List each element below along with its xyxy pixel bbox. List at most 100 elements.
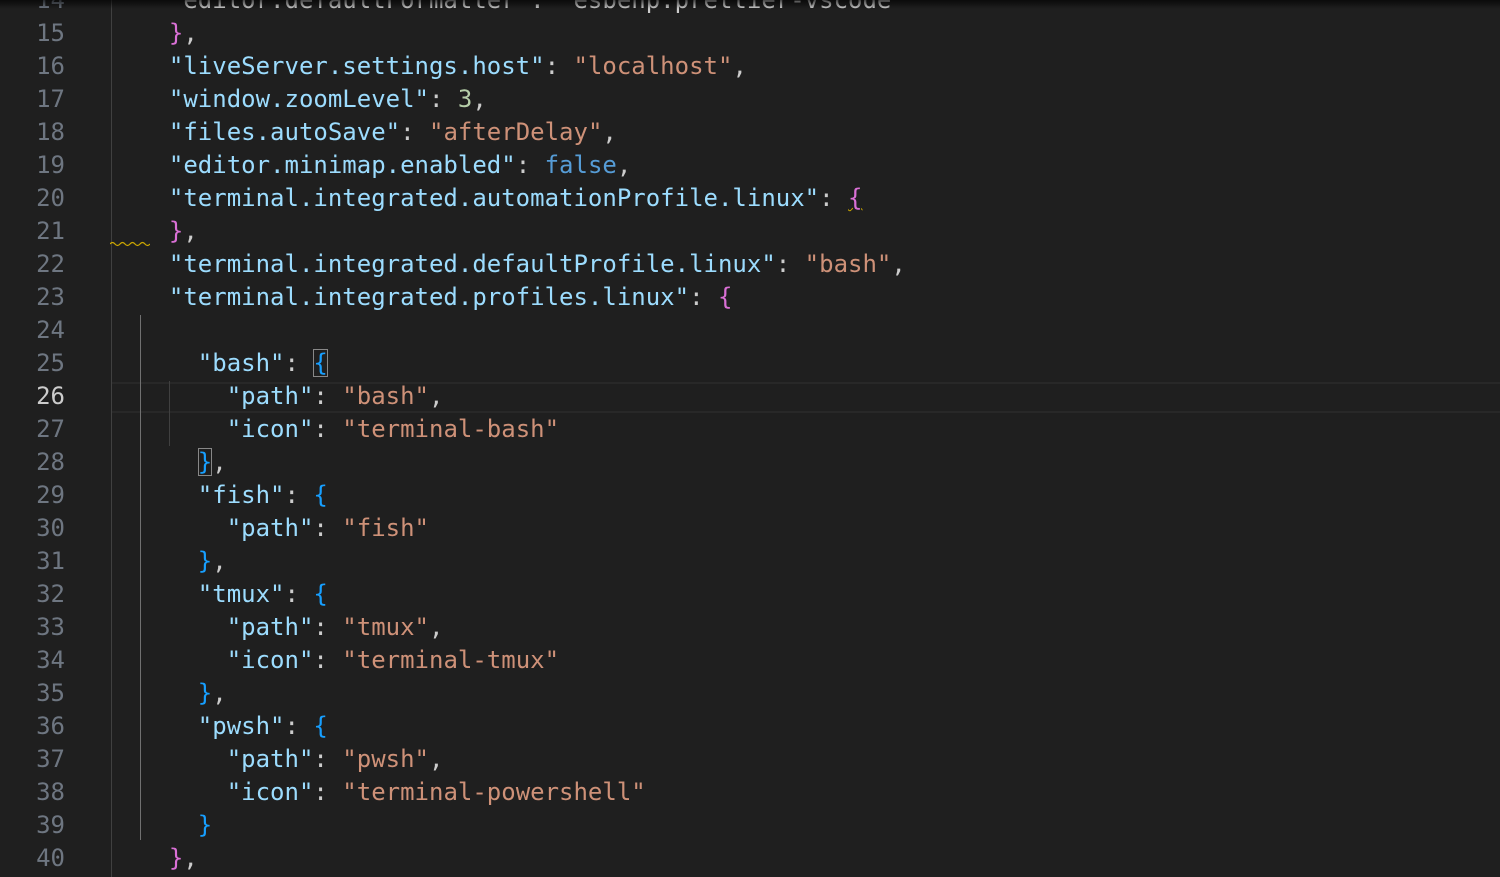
code-token: : [284, 580, 314, 608]
code-token: "bash" [140, 349, 285, 377]
code-line[interactable]: } [140, 809, 212, 842]
code-line[interactable]: }, [140, 446, 227, 479]
code-line[interactable]: "editor.minimap.enabled": false, [140, 149, 631, 182]
line-number: 24 [36, 316, 65, 344]
code-token: : [775, 250, 805, 278]
code-token: "fish" [140, 481, 285, 509]
scroll-shadow [0, 0, 1500, 9]
warning-squiggle [110, 241, 150, 247]
code-line[interactable]: "icon": "terminal-bash" [140, 413, 559, 446]
code-line[interactable]: "terminal.integrated.profiles.linux": { [140, 281, 733, 314]
line-number: 36 [36, 712, 65, 740]
code-token: "files.autoSave" [140, 118, 401, 146]
line-number: 20 [36, 184, 65, 212]
code-token: } [168, 844, 184, 872]
code-line[interactable]: }, [140, 545, 227, 578]
code-token: : [428, 85, 458, 113]
code-token: } [168, 19, 184, 47]
code-line[interactable]: "path": "pwsh", [140, 743, 444, 776]
code-token: } [197, 679, 213, 707]
line-number: 28 [36, 448, 65, 476]
line-number: 23 [36, 283, 65, 311]
line-number: 33 [36, 613, 65, 641]
code-line[interactable]: }, [140, 17, 198, 50]
code-token: , [891, 250, 906, 278]
code-line[interactable]: "icon": "terminal-powershell" [140, 776, 646, 809]
code-token: "bash" [804, 250, 892, 278]
code-line[interactable]: "bash": { [140, 347, 328, 380]
line-number: 26 [36, 382, 65, 410]
code-token: "bash" [342, 382, 429, 410]
code-line[interactable]: "liveServer.settings.host": "localhost", [140, 50, 747, 83]
line-number: 22 [36, 250, 65, 278]
code-line[interactable]: "icon": "terminal-tmux" [140, 644, 559, 677]
code-token: : [313, 613, 343, 641]
code-line[interactable]: "path": "tmux", [140, 611, 444, 644]
code-token: : [313, 745, 343, 773]
code-token: "terminal.integrated.profiles.linux" [140, 283, 690, 311]
code-token: "terminal-powershell" [342, 778, 646, 806]
code-token: "icon" [140, 415, 314, 443]
code-token: "path" [140, 745, 314, 773]
code-line[interactable]: "files.autoSave": "afterDelay", [140, 116, 617, 149]
code-token: , [212, 679, 227, 707]
code-token: : [313, 778, 343, 806]
indent-guide [140, 315, 141, 840]
code-line[interactable]: "terminal.integrated.defaultProfile.linu… [140, 248, 906, 281]
code-token: , [602, 118, 617, 146]
line-number: 27 [36, 415, 65, 443]
code-line[interactable]: }, [140, 842, 198, 875]
code-token: "terminal.integrated.automationProfile.l… [140, 184, 820, 212]
code-token: "pwsh" [342, 745, 429, 773]
code-token: { [313, 580, 328, 608]
code-token: } [197, 547, 213, 575]
line-number: 19 [36, 151, 65, 179]
code-token: , [429, 613, 444, 641]
code-line[interactable]: }, [140, 677, 227, 710]
code-token: , [732, 52, 747, 80]
code-token: : [284, 712, 314, 740]
code-token: { [848, 184, 863, 212]
line-number: 15 [36, 19, 65, 47]
line-number-gutter[interactable]: 1415161718192021222324252627282930313233… [0, 0, 96, 877]
code-line[interactable]: "tmux": { [140, 578, 328, 611]
line-number: 31 [36, 547, 65, 575]
code-token: { [717, 283, 733, 311]
line-number: 39 [36, 811, 65, 839]
indent-guide [169, 381, 170, 446]
code-token: { [313, 349, 328, 377]
code-editor[interactable]: 1415161718192021222324252627282930313233… [0, 0, 1500, 877]
line-number: 30 [36, 514, 65, 542]
code-line[interactable]: "fish": { [140, 479, 328, 512]
code-token: : [515, 151, 545, 179]
code-token: "liveServer.settings.host" [140, 52, 545, 80]
code-token: , [183, 19, 198, 47]
line-number: 29 [36, 481, 65, 509]
code-token: , [212, 547, 227, 575]
code-token: : [284, 481, 314, 509]
code-token: } [168, 217, 184, 245]
code-token: 3 [457, 85, 473, 113]
code-line[interactable]: "path": "bash", [140, 380, 444, 413]
code-line[interactable]: "pwsh": { [140, 710, 328, 743]
code-token: "terminal-tmux" [342, 646, 560, 674]
code-token: { [313, 481, 328, 509]
code-token: : [313, 646, 343, 674]
code-content[interactable]: "editor.defaultFormatter": "esbenp.prett… [96, 0, 1500, 877]
code-token: , [429, 382, 444, 410]
line-number: 18 [36, 118, 65, 146]
code-line[interactable]: "terminal.integrated.automationProfile.l… [140, 182, 863, 215]
code-line[interactable]: "path": "fish" [140, 512, 429, 545]
code-token: , [429, 745, 444, 773]
code-line[interactable]: "window.zoomLevel": 3, [140, 83, 487, 116]
code-token: "editor.minimap.enabled" [140, 151, 516, 179]
code-token: "icon" [140, 778, 314, 806]
code-token: "pwsh" [140, 712, 285, 740]
indent-guide [111, 0, 112, 877]
code-token: "afterDelay" [429, 118, 603, 146]
line-number: 40 [36, 844, 65, 872]
